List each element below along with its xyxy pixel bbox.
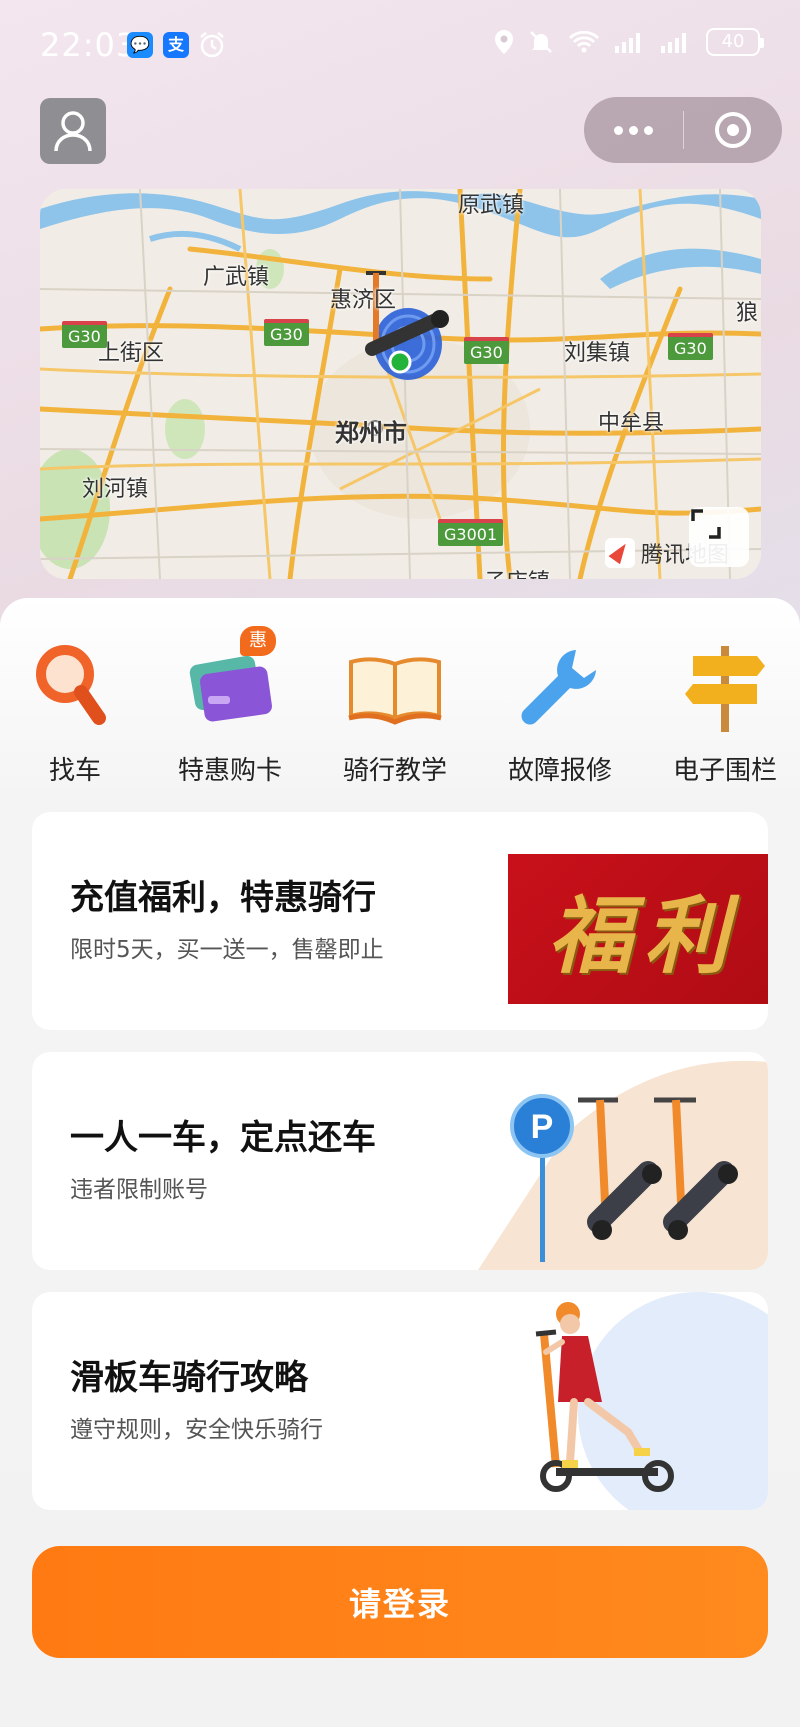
location-icon bbox=[495, 30, 513, 54]
menu-label: 故障报修 bbox=[507, 756, 612, 786]
promo-subtitle: 限时5天，买一送一，售罄即止 bbox=[70, 937, 384, 963]
target-icon bbox=[714, 112, 751, 148]
wrench-icon bbox=[510, 638, 610, 738]
map-label: 上街区 bbox=[98, 341, 165, 366]
menu-label: 骑行教学 bbox=[342, 756, 447, 786]
road-badge: G3001 bbox=[438, 519, 504, 546]
menu-find-scooter[interactable]: 找车 bbox=[0, 638, 150, 788]
road-badge: G30 bbox=[264, 319, 309, 346]
signal-icon-2 bbox=[661, 33, 686, 53]
road-badge: G30 bbox=[668, 333, 713, 360]
status-time: 22:03 bbox=[40, 26, 138, 64]
map-label: 郑州市 bbox=[335, 419, 407, 447]
map-label: 子店镇 bbox=[484, 564, 550, 579]
promo-card-parking[interactable]: 一人一车，定点还车 违者限制账号 P bbox=[32, 1052, 768, 1270]
signal-icon bbox=[615, 33, 640, 53]
menu-riding-tutorial[interactable]: 骑行教学 bbox=[320, 638, 470, 788]
alarm-icon bbox=[198, 31, 226, 63]
book-icon bbox=[345, 638, 445, 738]
promo-card-recharge[interactable]: 充值福利，特惠骑行 限时5天，买一送一，售罄即止 福 利 bbox=[32, 812, 768, 1030]
alipay-app-icon: 支 bbox=[163, 32, 189, 58]
rider-illustration bbox=[535, 1292, 768, 1510]
main-sheet: 找车 惠 特惠购卡 骑行教学 故障报修 电子围栏 充值福利，特惠骑行 限时5天，… bbox=[0, 598, 800, 1727]
tencent-map-icon bbox=[605, 538, 635, 568]
promo-subtitle: 违者限制账号 bbox=[70, 1177, 208, 1203]
cards-icon: 惠 bbox=[180, 626, 280, 738]
status-icons: 40 bbox=[494, 28, 764, 56]
menu-label: 找车 bbox=[48, 756, 101, 786]
map-label: 狼 bbox=[736, 301, 759, 326]
expand-map-button[interactable] bbox=[689, 507, 749, 567]
quick-menu: 找车 惠 特惠购卡 骑行教学 故障报修 电子围栏 bbox=[0, 626, 800, 788]
road-badge: G30 bbox=[62, 321, 107, 348]
wifi-icon bbox=[569, 30, 599, 53]
welfare-char: 福 bbox=[547, 885, 632, 985]
miniprogram-capsule bbox=[584, 97, 782, 163]
promo-title: 充值福利，特惠骑行 bbox=[70, 878, 376, 918]
menu-label: 电子围栏 bbox=[672, 756, 777, 786]
profile-button[interactable] bbox=[40, 98, 106, 164]
login-button[interactable]: 请登录 bbox=[32, 1546, 768, 1658]
promo-title: 一人一车，定点还车 bbox=[70, 1118, 376, 1158]
map-label: 广武镇 bbox=[203, 265, 270, 290]
welfare-char: 利 bbox=[644, 885, 729, 985]
menu-repair-report[interactable]: 故障报修 bbox=[485, 638, 635, 788]
road-badge: G30 bbox=[464, 337, 509, 364]
mute-bell-icon bbox=[530, 31, 552, 53]
menu-geofence[interactable]: 电子围栏 bbox=[650, 638, 800, 788]
promo-title: 滑板车骑行攻略 bbox=[70, 1358, 308, 1398]
parking-sign-letter: P bbox=[531, 1108, 554, 1146]
signpost-icon bbox=[675, 638, 775, 738]
promo-subtitle: 遵守规则，安全快乐骑行 bbox=[70, 1417, 323, 1443]
user-icon bbox=[54, 111, 92, 152]
map-label: 刘河镇 bbox=[82, 477, 149, 502]
menu-label: 特惠购卡 bbox=[177, 756, 282, 786]
map-label: 刘集镇 bbox=[564, 341, 631, 366]
welfare-banner-image: 福 利 bbox=[508, 854, 768, 1004]
map-label: 原武镇 bbox=[458, 193, 525, 218]
promo-card-riding-guide[interactable]: 滑板车骑行攻略 遵守规则，安全快乐骑行 bbox=[32, 1292, 768, 1510]
menu-buy-card[interactable]: 惠 特惠购卡 bbox=[155, 626, 305, 788]
close-miniprogram-button[interactable] bbox=[684, 97, 783, 163]
chat-app-icon: 💬 bbox=[127, 32, 153, 58]
magnifier-icon bbox=[25, 638, 125, 738]
parking-scooters-illustration: P bbox=[478, 1060, 768, 1270]
map-background bbox=[40, 189, 761, 579]
map-label: 惠济区 bbox=[330, 288, 397, 313]
map-label: 中牟县 bbox=[598, 411, 665, 436]
battery-indicator: 40 bbox=[706, 28, 764, 56]
map-view[interactable]: 原武镇 广武镇 惠济区 上街区 刘集镇 郑州市 中牟县 刘河镇 狼 子店镇 G3… bbox=[40, 189, 761, 579]
more-menu-button[interactable] bbox=[584, 97, 683, 163]
status-bar: 22:03 💬 支 40 bbox=[0, 0, 800, 92]
discount-badge: 惠 bbox=[240, 626, 276, 656]
expand-icon bbox=[691, 509, 721, 539]
more-dots-icon bbox=[613, 125, 653, 135]
